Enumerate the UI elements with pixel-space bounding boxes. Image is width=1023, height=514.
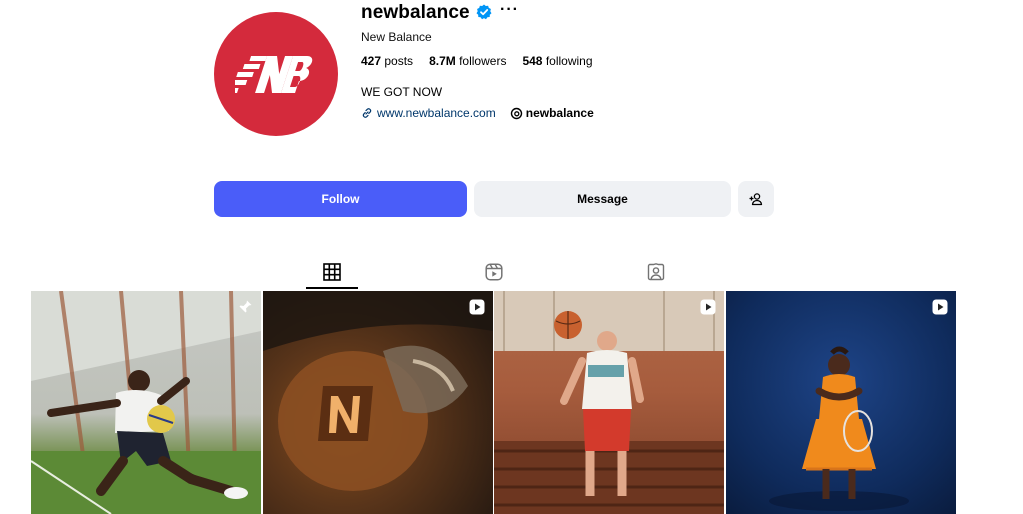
profile-username: newbalance [361, 2, 470, 23]
suggested-users-button[interactable] [738, 181, 774, 217]
website-link[interactable]: www.newbalance.com [361, 106, 496, 120]
following-count-value: 548 [522, 54, 543, 68]
post-image [263, 291, 493, 491]
post-image [769, 346, 909, 511]
threads-icon [510, 107, 522, 119]
verified-badge-icon [476, 4, 492, 20]
link-icon [362, 108, 372, 118]
tab-reels[interactable] [484, 262, 504, 282]
website-link-text: www.newbalance.com [377, 106, 496, 120]
threads-handle: newbalance [525, 106, 594, 120]
post-tile[interactable] [726, 291, 956, 514]
following-count[interactable]: 548 following [522, 54, 592, 68]
posts-count-label: posts [384, 54, 414, 68]
tagged-icon [647, 263, 665, 281]
profile-links: www.newbalance.com newbalance [361, 106, 594, 120]
post-tile[interactable] [263, 291, 493, 514]
grid-icon [323, 263, 341, 281]
reel-play-icon [932, 299, 948, 315]
followers-count-value: 8.7M [429, 54, 456, 68]
threads-link[interactable]: newbalance [510, 106, 594, 120]
profile-stats: 427 posts 8.7M followers 548 following [361, 54, 593, 68]
pin-icon [238, 300, 252, 314]
posts-count: 427 posts [361, 54, 413, 68]
reels-icon [485, 263, 503, 281]
more-options-icon[interactable]: ··· [500, 2, 519, 18]
reel-play-icon [469, 299, 485, 315]
tab-tagged[interactable] [646, 262, 666, 282]
followers-count[interactable]: 8.7M followers [429, 54, 506, 68]
message-button[interactable]: Message [474, 181, 731, 217]
add-person-icon [749, 193, 763, 206]
tab-posts[interactable] [322, 262, 342, 282]
following-count-label: following [545, 54, 593, 68]
posts-count-value: 427 [361, 54, 382, 68]
post-tile[interactable] [494, 291, 724, 514]
followers-count-label: followers [459, 54, 507, 68]
post-tile[interactable] [31, 291, 261, 514]
reel-play-icon [700, 299, 716, 315]
post-image [494, 291, 724, 514]
follow-button[interactable]: Follow [214, 181, 467, 217]
profile-bio: WE GOT NOW [361, 85, 443, 99]
active-tab-indicator [306, 287, 358, 289]
new-balance-logo-icon [235, 56, 313, 93]
profile-avatar[interactable] [214, 12, 338, 136]
post-image [31, 291, 261, 514]
profile-full-name: New Balance [361, 30, 432, 44]
